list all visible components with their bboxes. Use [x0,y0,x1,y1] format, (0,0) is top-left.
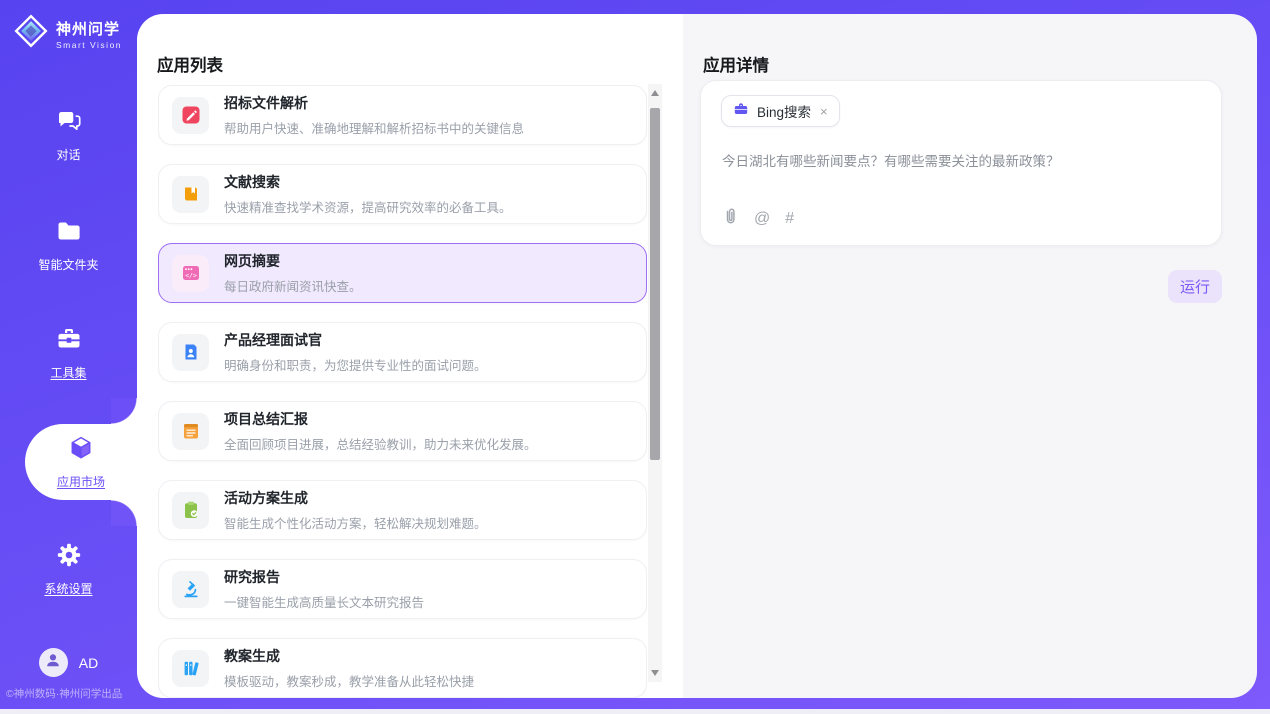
person-icon [43,650,63,675]
app-desc: 一键智能生成高质量长文本研究报告 [224,592,424,611]
app-desc: 智能生成个性化活动方案，轻松解决规划难题。 [224,513,487,532]
bid-edit-icon [172,97,209,134]
clipboard-check-icon [172,492,209,529]
list-item-webpage-summary[interactable]: </> 网页摘要 每日政府新闻资讯快查。 [158,243,647,303]
gear-icon [55,541,83,574]
scroll-down-icon[interactable] [648,666,662,680]
app-title: 网页摘要 [224,251,362,271]
sidebar-item-settings[interactable]: 系统设置 [0,536,137,602]
app-title: 招标文件解析 [224,93,524,113]
sidebar-item-app-market[interactable]: 应用市场 [25,424,137,500]
books-icon [172,650,209,687]
brand-name: 神州问学 [56,18,122,39]
scroll-up-icon[interactable] [648,86,662,100]
hash-icon[interactable]: # [785,210,794,228]
sidebar-item-toolset[interactable]: 工具集 [0,320,137,386]
prompt-card: Bing搜索 × 今日湖北有哪些新闻要点？有哪些需要关注的最新政策？ @ # [700,80,1222,246]
sidebar-item-chat[interactable]: 对话 [0,102,137,168]
tool-tag-label: Bing搜索 [757,101,811,121]
user-account[interactable]: AD [0,648,137,677]
sidebar-item-label: 智能文件夹 [38,256,98,273]
brand-logo: 神州问学 Smart Vision [13,13,122,54]
sidebar-item-label: 工具集 [50,364,86,381]
webpage-code-icon: </> [172,255,209,292]
app-list-title: 应用列表 [157,52,223,76]
list-item-research-report[interactable]: 研究报告 一键智能生成高质量长文本研究报告 [158,559,647,619]
chat-icon [55,107,83,140]
sidebar-item-label: 系统设置 [44,580,92,597]
attachment-icon[interactable] [722,207,739,230]
app-window: 神州问学 Smart Vision 对话 智能文件夹 [0,0,1270,714]
cube-icon [67,434,95,467]
list-item-activity-plan[interactable]: 活动方案生成 智能生成个性化活动方案，轻松解决规划难题。 [158,480,647,540]
interviewer-icon [172,334,209,371]
toolbox-icon [55,325,83,358]
sidebar-item-label: 应用市场 [57,473,105,490]
tool-tag-bing-search[interactable]: Bing搜索 × [721,95,840,127]
folder-icon [55,217,83,250]
sidebar-item-smart-folder[interactable]: 智能文件夹 [0,212,137,278]
app-title: 项目总结汇报 [224,409,537,429]
app-desc: 快速精准查找学术资源，提高研究效率的必备工具。 [224,197,512,216]
brand-subtitle: Smart Vision [56,40,122,50]
run-button[interactable]: 运行 [1168,270,1222,303]
list-item-lesson-plan[interactable]: 教案生成 模板驱动，教案秒成，教学准备从此轻松快捷 [158,638,647,698]
sidebar: 神州问学 Smart Vision 对话 智能文件夹 [0,0,137,714]
app-title: 活动方案生成 [224,488,487,508]
notepad-icon [172,413,209,450]
app-title: 研究报告 [224,567,424,587]
close-icon[interactable]: × [820,104,828,119]
diamond-logo-icon [13,13,49,54]
list-item-pm-interviewer[interactable]: 产品经理面试官 明确身份和职责，为您提供专业性的面试问题。 [158,322,647,382]
list-item-literature-search[interactable]: 文献搜索 快速精准查找学术资源，提高研究效率的必备工具。 [158,164,647,224]
app-title: 文献搜索 [224,172,512,192]
window-bottom-edge [0,709,1270,714]
microscope-icon [172,571,209,608]
user-name: AD [79,655,98,671]
briefcase-icon [733,101,749,122]
app-title: 产品经理面试官 [224,330,487,350]
copyright-footer: ©神州数码·神州问学出品 [6,686,137,701]
app-desc: 模板驱动，教案秒成，教学准备从此轻松快捷 [224,671,474,690]
main-content: 应用列表 招标文件解析 帮助用户快速、准确地理解和解析招标书中的关键信息 [137,14,1257,698]
app-desc: 明确身份和职责，为您提供专业性的面试问题。 [224,355,487,374]
app-desc: 每日政府新闻资讯快查。 [224,276,362,295]
list-scrollbar[interactable] [648,84,662,682]
app-title: 教案生成 [224,646,474,666]
app-detail-panel: 应用详情 Bing搜索 × 今日湖北有哪些新闻要点？有哪些需要关注的最新政策？ [683,14,1257,698]
list-item-project-summary[interactable]: 项目总结汇报 全面回顾项目进展，总结经验教训，助力未来优化发展。 [158,401,647,461]
literature-book-icon [172,176,209,213]
mention-icon[interactable]: @ [754,210,770,228]
app-detail-title: 应用详情 [703,52,769,76]
app-list: 招标文件解析 帮助用户快速、准确地理解和解析招标书中的关键信息 文献搜索 快速精… [158,85,647,698]
list-item-bid-analysis[interactable]: 招标文件解析 帮助用户快速、准确地理解和解析招标书中的关键信息 [158,85,647,145]
scrollbar-thumb[interactable] [650,108,660,460]
prompt-text[interactable]: 今日湖北有哪些新闻要点？有哪些需要关注的最新政策？ [722,150,1201,170]
avatar [39,648,68,677]
app-desc: 全面回顾项目进展，总结经验教训，助力未来优化发展。 [224,434,537,453]
app-list-panel: 应用列表 招标文件解析 帮助用户快速、准确地理解和解析招标书中的关键信息 [137,14,683,698]
composer-toolbar: @ # [722,207,794,230]
app-desc: 帮助用户快速、准确地理解和解析招标书中的关键信息 [224,118,524,137]
sidebar-item-label: 对话 [56,146,80,163]
svg-text:</>: </> [185,272,197,280]
